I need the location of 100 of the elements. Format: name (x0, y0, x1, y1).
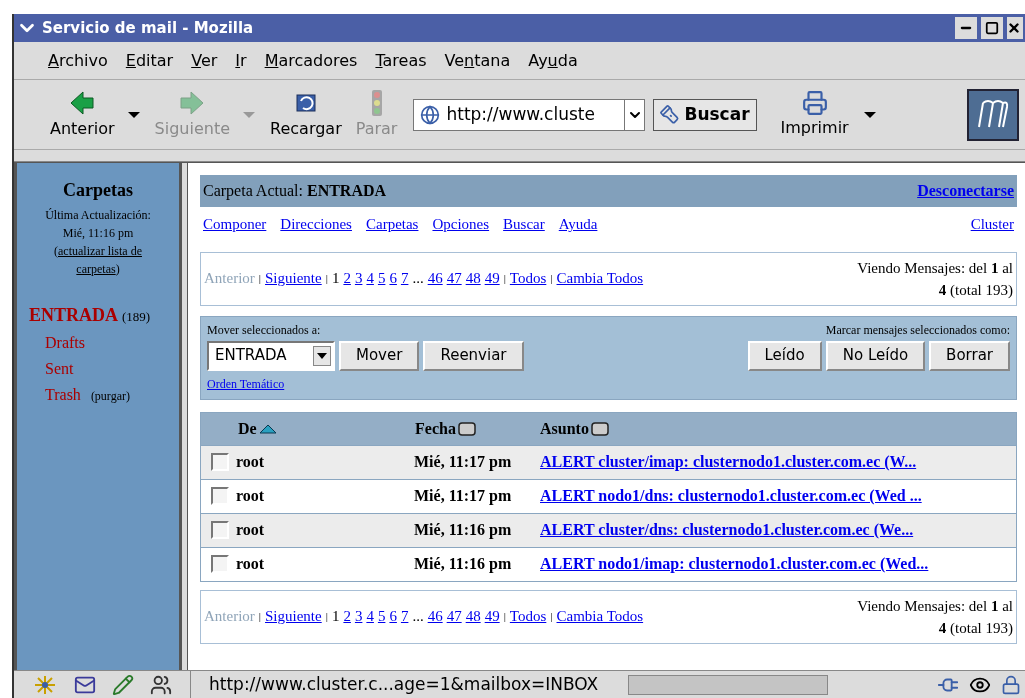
nav-link[interactable]: Carpetas (365, 213, 419, 236)
nav-link[interactable]: Opciones (432, 213, 490, 236)
menu-item[interactable]: Marcadores (264, 48, 358, 73)
navigator-icon[interactable] (32, 674, 58, 695)
square-icon[interactable] (457, 421, 476, 436)
message-row[interactable]: root Mié, 11:16 pm ALERT cluster/dns: clusternodo1.cluster.com.ec (We... (201, 512, 1016, 547)
pencil-icon[interactable] (112, 673, 134, 696)
window-title: Servicio de mail - Mozilla (42, 17, 255, 39)
page-link[interactable]: 4 (366, 605, 374, 628)
page-link[interactable]: 46 (427, 267, 443, 290)
message-checkbox[interactable] (211, 453, 229, 471)
page-link[interactable]: 46 (427, 605, 443, 628)
folder-select[interactable]: ENTRADA (207, 340, 335, 371)
sidebar-title: Carpetas (63, 179, 133, 202)
subject-link[interactable]: ALERT cluster/imap: clusternodo1.cluster.com.ec (W... (540, 450, 917, 474)
close-button[interactable] (1007, 17, 1023, 39)
page-link[interactable]: Siguiente (265, 267, 322, 290)
action-button[interactable]: Borrar (929, 340, 1010, 371)
page-link[interactable]: 47 (446, 267, 462, 290)
sender-cell-text: root (236, 452, 265, 472)
minimize-button[interactable] (955, 17, 977, 39)
maximize-button[interactable] (981, 17, 1003, 39)
action-button[interactable]: Reenviar (423, 340, 524, 371)
current-folder-text: Carpeta Actual: ENTRADA (203, 181, 387, 202)
nav-link[interactable]: Componer (203, 213, 267, 236)
page-link[interactable]: 5 (377, 605, 386, 628)
separator-text: | (258, 271, 262, 287)
page-link[interactable]: 49 (484, 267, 500, 290)
page-link[interactable]: 4 (366, 267, 374, 290)
dropdown-arrow-icon[interactable] (862, 110, 877, 119)
page-link[interactable]: 3 (354, 605, 363, 628)
folder-count: (189) (122, 308, 151, 326)
menu-item[interactable]: Archivo (48, 48, 108, 73)
menu-item[interactable]: Ver (191, 48, 218, 73)
square-icon[interactable] (590, 421, 609, 436)
action-button[interactable]: Mover (339, 340, 420, 371)
message-checkbox[interactable] (211, 487, 229, 505)
page-link[interactable]: 2 (343, 267, 351, 290)
message-checkbox[interactable] (211, 521, 229, 539)
lock-icon[interactable] (1001, 674, 1021, 695)
page-link[interactable]: 3 (354, 267, 363, 290)
page-link[interactable]: 6 (389, 267, 397, 290)
date-cell-text: Mié, 11:17 pm (414, 452, 513, 473)
refresh-folders-link[interactable]: (actualizar lista de carpetas) (33, 242, 163, 278)
sender-cell-text: root (236, 486, 265, 506)
column-header[interactable]: Fecha (415, 416, 456, 441)
current-page: 1 (331, 269, 340, 289)
nav-link[interactable]: Ayuda (558, 213, 598, 236)
page-link[interactable]: 7 (400, 267, 409, 290)
page-link[interactable]: 48 (465, 605, 481, 628)
page-link[interactable]: 48 (465, 267, 481, 290)
caret-down-icon[interactable] (317, 352, 327, 359)
menu-item[interactable]: Editar (125, 48, 174, 73)
menu-item[interactable]: Tareas (375, 48, 427, 73)
purge-link[interactable]: (purgar) (90, 387, 130, 405)
move-label: Mover seleccionados a: (207, 321, 321, 339)
subject-link[interactable]: ALERT nodo1/imap: clusternodo1.cluster.com.ec (Wed... (540, 552, 929, 576)
message-checkbox[interactable] (211, 555, 229, 573)
printer-icon (801, 89, 828, 116)
print-button[interactable]: Imprimir (780, 89, 849, 140)
current-page: 1 (331, 607, 340, 627)
address-field[interactable]: http://www.cluste (413, 98, 646, 131)
nav-link[interactable]: Cluster (970, 213, 1014, 236)
action-button[interactable]: No Leído (825, 340, 926, 371)
date-cell-text: Mié, 11:16 pm (414, 554, 513, 575)
date-cell-text: Mié, 11:16 pm (414, 520, 513, 541)
search-button[interactable]: Buscar (653, 98, 757, 131)
toolbar-button[interactable]: Anterior (44, 88, 121, 141)
page-icon (420, 104, 441, 125)
page-link[interactable]: Todos (509, 267, 547, 290)
separator-text: | (550, 271, 553, 287)
menu-item[interactable]: Ir (235, 48, 247, 73)
page-link[interactable]: Siguiente (265, 605, 322, 628)
message-row[interactable]: root Mié, 11:17 pm ALERT cluster/imap: clusternodo1.cluster.com.ec (W... (201, 444, 1016, 479)
page-link[interactable]: 47 (446, 605, 462, 628)
page-link[interactable]: Cambia Todos (556, 267, 644, 290)
triangle-up-icon[interactable] (258, 423, 277, 434)
column-header[interactable]: Asunto (540, 416, 589, 441)
subject-link[interactable]: ALERT cluster/dns: clusternodo1.cluster.com.ec (We... (540, 518, 914, 542)
page-link[interactable]: 2 (343, 605, 351, 628)
toolbar-button[interactable]: Recargar (264, 88, 348, 141)
ellipsis-text: ... (412, 607, 424, 627)
action-button[interactable]: Leído (747, 340, 822, 371)
nav-link[interactable]: Direcciones (280, 213, 352, 236)
address-book-icon[interactable] (150, 673, 172, 696)
page-link[interactable]: Todos (509, 605, 547, 628)
thread-order-link[interactable]: Orden Temático (207, 374, 285, 393)
page-link[interactable]: 6 (389, 605, 397, 628)
page-link[interactable]: 5 (377, 267, 386, 290)
subject-link[interactable]: ALERT nodo1/dns: clusternodo1.cluster.com.ec (Wed ... (540, 484, 922, 508)
page-link[interactable]: 49 (484, 605, 500, 628)
ellipsis-text: ... (412, 269, 424, 289)
column-header[interactable]: De (238, 416, 257, 441)
menu-item[interactable]: Ventana (444, 48, 511, 73)
mozilla-logo-icon[interactable] (967, 88, 1019, 141)
nav-link[interactable]: Buscar (503, 213, 545, 236)
menu-item[interactable]: Ayuda (528, 48, 578, 73)
page-link[interactable]: 7 (400, 605, 409, 628)
page-link[interactable]: Cambia Todos (556, 605, 644, 628)
dropdown-arrow-icon[interactable] (126, 110, 141, 119)
